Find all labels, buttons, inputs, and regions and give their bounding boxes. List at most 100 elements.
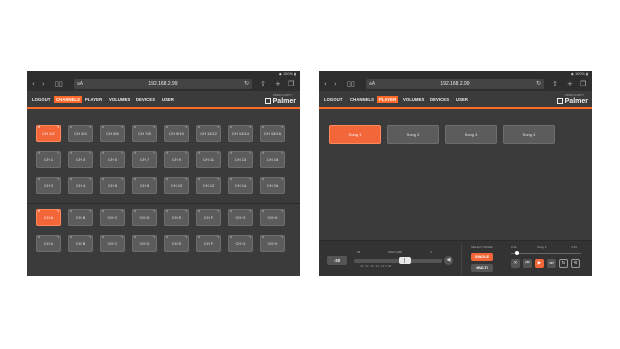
volume-slider-thumb[interactable]: [399, 257, 412, 264]
pad-corner-mark: M: [198, 178, 201, 181]
mode-multi-button[interactable]: MULTI: [471, 264, 493, 272]
next-icon[interactable]: ⏭: [547, 259, 556, 268]
channel-pad[interactable]: M S CH 13/14: [228, 125, 253, 142]
tabs-icon[interactable]: ❐: [580, 78, 586, 90]
channel-pad[interactable]: M S CH 4: [68, 177, 93, 194]
pad-label: CH D: [139, 241, 150, 246]
previous-icon[interactable]: ⏮: [523, 259, 532, 268]
volume-slider-track[interactable]: [354, 259, 442, 263]
nav-volumes[interactable]: VOLUMES: [107, 96, 132, 103]
pad-corner-mark: M: [230, 210, 233, 213]
add-tab-icon[interactable]: +: [567, 78, 573, 90]
channel-pad[interactable]: M S CH E: [164, 209, 189, 226]
back-icon[interactable]: ‹: [324, 78, 327, 90]
channel-pad[interactable]: M S CH H: [260, 235, 285, 252]
progress-handle[interactable]: [514, 251, 519, 255]
channel-pad[interactable]: M S CH 3: [68, 151, 93, 168]
reload-icon[interactable]: ↻: [244, 79, 249, 89]
forward-icon[interactable]: ›: [42, 78, 45, 90]
pad-corner-mark: S: [185, 126, 187, 129]
channel-pad[interactable]: M S CH B: [68, 209, 93, 226]
channel-pad[interactable]: M S CH 5/6: [100, 125, 125, 142]
palmer-logo: Palmer: [556, 98, 588, 105]
channel-pad[interactable]: M S CH E: [164, 235, 189, 252]
volume-scale: -48 -40 -30 -20 -10 0 dB: [359, 265, 392, 268]
channel-pad[interactable]: M S CH D: [132, 209, 157, 226]
channel-pad[interactable]: M S CH F: [196, 235, 221, 252]
channel-pad[interactable]: M S CH 9/10: [164, 125, 189, 142]
song-button[interactable]: Song 1: [329, 125, 381, 144]
address-bar[interactable]: aA 192.168.2.99 ↻: [366, 79, 544, 89]
shuffle-icon[interactable]: ✕: [511, 259, 520, 268]
add-tab-icon[interactable]: +: [275, 78, 281, 90]
channel-pad[interactable]: M S CH B: [68, 235, 93, 252]
nav-logout[interactable]: LOGOUT: [30, 96, 53, 103]
nav-player[interactable]: PLAYER: [83, 96, 104, 103]
channel-pad[interactable]: M S CH C: [100, 209, 125, 226]
mode-single-button[interactable]: SINGLE: [471, 253, 493, 261]
nav-channels[interactable]: CHANNELS: [54, 96, 83, 103]
channel-pad[interactable]: M S CH 5: [100, 151, 125, 168]
nav-channels[interactable]: CHANNELS: [348, 96, 376, 103]
nav-user[interactable]: USER: [454, 96, 470, 103]
url-text: 192.168.2.99: [440, 81, 470, 87]
channel-pad[interactable]: M S CH 9: [164, 151, 189, 168]
channel-pad[interactable]: M S CH 2: [36, 177, 61, 194]
pad-corner-mark: M: [262, 210, 265, 213]
song-button[interactable]: Song 2: [387, 125, 439, 144]
nav-devices[interactable]: DEVICES: [428, 96, 451, 103]
song-button[interactable]: Song 4: [503, 125, 555, 144]
pad-label: CH 11: [202, 157, 215, 162]
pad-label: CH F: [203, 241, 214, 246]
channel-pad[interactable]: M S CH 11/12: [196, 125, 221, 142]
channel-pad[interactable]: M S CH A: [36, 235, 61, 252]
channel-pad[interactable]: M S CH A: [36, 209, 61, 226]
tabs-icon[interactable]: ❐: [288, 78, 294, 90]
channel-pad[interactable]: M S CH C: [100, 235, 125, 252]
logo-text: Palmer: [564, 98, 588, 105]
channel-pad[interactable]: M S CH 1: [36, 151, 61, 168]
repeat-icon[interactable]: ↻: [559, 259, 568, 268]
song-button[interactable]: Song 3: [445, 125, 497, 144]
channel-pad[interactable]: M S CH G: [228, 235, 253, 252]
channel-pad[interactable]: M S CH 15: [260, 151, 285, 168]
book-icon[interactable]: ▯▯: [347, 78, 355, 90]
channel-pad[interactable]: M S CH 16: [260, 177, 285, 194]
pad-corner-mark: S: [153, 178, 155, 181]
channel-pad[interactable]: M S CH H: [260, 209, 285, 226]
pad-label: CH B: [75, 215, 86, 220]
nav-player[interactable]: PLAYER: [377, 96, 399, 103]
channel-pad[interactable]: M S CH 11: [196, 151, 221, 168]
play-icon[interactable]: ▶: [535, 259, 544, 268]
pad-label: CH 11/12: [200, 131, 217, 136]
channel-pad[interactable]: M S CH F: [196, 209, 221, 226]
nav-volumes[interactable]: VOLUMES: [401, 96, 426, 103]
channel-pad[interactable]: M S CH 7: [132, 151, 157, 168]
pad-corner-mark: M: [102, 236, 105, 239]
book-icon[interactable]: ▯▯: [55, 78, 63, 90]
repeat-all-icon[interactable]: ⟲: [571, 259, 580, 268]
channel-pad[interactable]: M S CH 12: [196, 177, 221, 194]
channel-pad[interactable]: M S CH 7/8: [132, 125, 157, 142]
address-bar[interactable]: aA 192.168.2.99 ↻: [74, 79, 252, 89]
nav-devices[interactable]: DEVICES: [134, 96, 157, 103]
channel-pad[interactable]: M S CH 8: [132, 177, 157, 194]
channel-pad[interactable]: M S CH 6: [100, 177, 125, 194]
share-icon[interactable]: ⇧: [260, 78, 266, 90]
channel-pad[interactable]: M S CH 3/4: [68, 125, 93, 142]
channel-pad[interactable]: M S CH G: [228, 209, 253, 226]
speaker-icon[interactable]: ◀: [444, 256, 453, 265]
channel-pad[interactable]: M S CH 15/16: [260, 125, 285, 142]
channel-pad[interactable]: M S CH D: [132, 235, 157, 252]
nav-user[interactable]: USER: [160, 96, 176, 103]
channel-pad[interactable]: M S CH 14: [228, 177, 253, 194]
share-icon[interactable]: ⇧: [552, 78, 558, 90]
channel-pad[interactable]: M S CH 10: [164, 177, 189, 194]
back-icon[interactable]: ‹: [32, 78, 35, 90]
reload-icon[interactable]: ↻: [536, 79, 541, 89]
nav-logout[interactable]: LOGOUT: [322, 96, 345, 103]
channel-pad[interactable]: M S CH 13: [228, 151, 253, 168]
forward-icon[interactable]: ›: [334, 78, 337, 90]
progress-track[interactable]: [511, 253, 581, 254]
channel-pad[interactable]: M S CH 1/2: [36, 125, 61, 142]
